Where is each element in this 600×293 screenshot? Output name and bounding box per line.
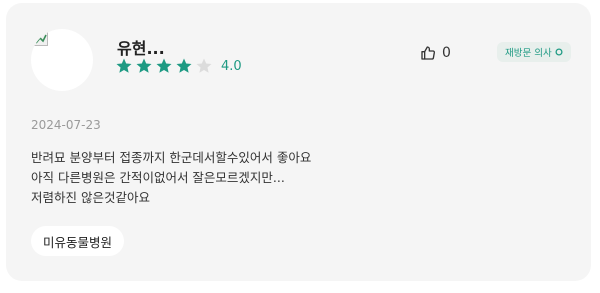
circle-icon [555, 48, 563, 56]
star-icon [156, 58, 172, 73]
star-icon [176, 58, 192, 73]
review-date: 2024-07-23 [31, 118, 101, 132]
star-icon [136, 58, 152, 73]
star-icon [196, 58, 212, 73]
review-line: 저렴하진 않은것같아요 [31, 190, 150, 205]
review-line: 반려묘 분양부터 접종까지 한군데서할수있어서 좋아요 [31, 150, 312, 165]
star-rating: 4.0 [115, 57, 242, 75]
author-name: 유현... [117, 39, 165, 58]
star-icon [116, 58, 132, 73]
rating-value: 4.0 [221, 58, 242, 74]
avatar [31, 29, 93, 91]
review-text: 반려묘 분양부터 접종까지 한군데서할수있어서 좋아요 아직 다른병원은 간적이… [31, 148, 551, 208]
like-button[interactable]: 0 [420, 45, 451, 61]
thumbs-up-icon [421, 46, 435, 60]
hospital-chip[interactable]: 미유동물병원 [31, 226, 125, 256]
broken-image-icon [34, 32, 48, 46]
review-line: 아직 다른병원은 간적이없어서 잘은모르겠지만... [31, 170, 285, 185]
like-count: 0 [442, 45, 451, 61]
revisit-badge: 재방문 의사 [497, 42, 571, 62]
review-card: 유현... 4.0 0 재방문 의사 2024-07-23 반려묘 분양부터 접… [6, 3, 591, 281]
badge-label: 재방문 의사 [505, 48, 552, 59]
